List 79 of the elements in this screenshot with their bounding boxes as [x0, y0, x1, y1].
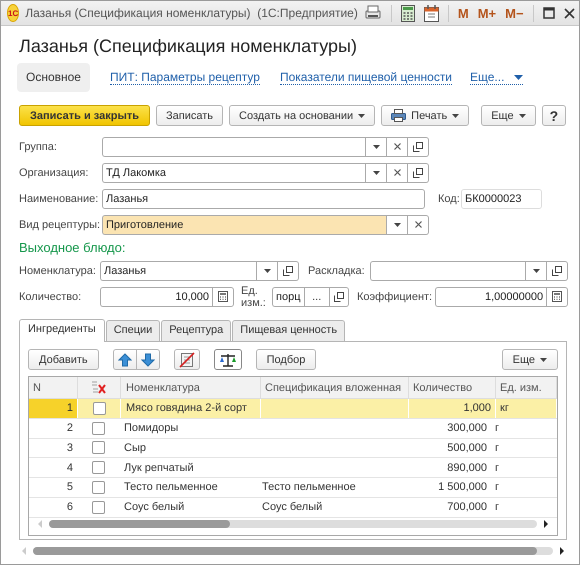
save-close-button[interactable]: Записать и закрыть: [19, 105, 150, 126]
table-cell-text: Сыр: [123, 440, 147, 456]
input-field[interactable]: Лазанья: [100, 260, 256, 281]
column-header[interactable]: N: [29, 377, 78, 398]
table-cell-text: г: [494, 440, 500, 456]
input-field[interactable]: 10,000: [100, 286, 212, 307]
memory-button[interactable]: M+: [478, 6, 496, 21]
tab[interactable]: Ингредиенты: [19, 319, 105, 342]
field-label: Вид рецептуры:: [19, 218, 102, 231]
table-cell-text: 5: [66, 480, 74, 496]
table-row[interactable]: 1 Мясо говядина 2-й сорт 1,000 кг: [29, 399, 557, 419]
column-header[interactable]: Спецификация вложенная: [261, 377, 409, 398]
table-cell-text: г: [494, 500, 500, 516]
table-cell-text: 4: [66, 460, 74, 476]
input-field[interactable]: ТД Лакомка: [102, 162, 365, 183]
table-row[interactable]: 5 Тесто пельменное Тесто пельменное 1 500,000 г: [29, 478, 557, 498]
table-row[interactable]: 6 Соус белый Соус белый 700,000 г: [29, 498, 557, 518]
table-cell: кг: [496, 399, 557, 418]
table-row[interactable]: 2 Помидоры 300,000 г: [29, 418, 557, 439]
field-label: Группа:: [19, 140, 58, 153]
table-cell-text: 3: [66, 440, 74, 456]
table-cell-text: 2: [66, 421, 74, 436]
table-cell: Мясо говядина 2-й сорт: [121, 399, 261, 418]
help-button[interactable]: ?: [542, 105, 566, 126]
memory-button[interactable]: M−: [505, 6, 524, 21]
tab[interactable]: Пищевая ценность: [232, 320, 346, 342]
field-label: Организация:: [19, 166, 90, 179]
section-link[interactable]: ПИТ: Параметры рецептур: [110, 70, 260, 86]
table-cell-text: Соус белый: [261, 500, 324, 516]
input-field[interactable]: 1,00000000: [435, 286, 546, 307]
field-label: Код:: [438, 192, 461, 205]
table-cell-text: 6: [66, 500, 74, 516]
table-cell-text: Соус белый: [123, 500, 186, 516]
table-cell-text: Лук репчатый: [123, 460, 195, 476]
field-label: Номенклатура:: [19, 264, 97, 277]
table-row[interactable]: 3 Сыр 500,000 г: [29, 438, 557, 458]
section-link[interactable]: Показатели пищевой ценности: [280, 70, 452, 86]
section-link[interactable]: Основное: [17, 63, 90, 92]
table-cell-text: г: [494, 421, 500, 436]
table-cell: 1,000: [409, 399, 496, 418]
group-heading: Выходное блюдо:: [19, 240, 126, 256]
table-cell-text: 500,000: [446, 440, 488, 456]
table-cell-text: Тесто пельменное: [261, 480, 357, 496]
window-title: Лазанья (Спецификация номенклатуры) (1С:Предприятие): [25, 6, 358, 20]
input-field[interactable]: Лазанья: [102, 188, 425, 209]
save-button[interactable]: Записать: [156, 105, 224, 126]
more-sections-link[interactable]: Еще...: [470, 70, 524, 86]
memory-button[interactable]: M: [458, 6, 469, 21]
table-cell-text: Тесто пельменное: [123, 480, 219, 496]
table-cell-text: г: [494, 480, 500, 496]
pick-button[interactable]: Подбор: [256, 349, 316, 370]
field-label: Раскладка:: [308, 264, 366, 277]
add-button[interactable]: Добавить: [28, 349, 99, 370]
more-button[interactable]: Еще: [502, 349, 558, 370]
print-button[interactable]: Печать: [381, 105, 470, 126]
create-based-button[interactable]: Создать на основании: [229, 105, 376, 126]
table-cell-text: г: [494, 460, 500, 476]
table-cell: 1: [29, 399, 78, 418]
table-cell-text: 1 500,000: [437, 480, 488, 496]
field-label: Коэффициент:: [357, 290, 432, 303]
field-label: Количество:: [19, 290, 82, 303]
table-cell-text: 300,000: [446, 421, 488, 436]
table-cell-text: Помидоры: [123, 421, 180, 436]
input-field[interactable]: БК0000023: [461, 188, 542, 209]
field-label: Наименование:: [19, 192, 100, 205]
table-cell-text: 700,000: [446, 500, 488, 516]
input-field[interactable]: Приготовление: [102, 214, 386, 235]
more-button[interactable]: Еще: [481, 105, 536, 126]
table-row[interactable]: 4 Лук репчатый 890,000 г: [29, 458, 557, 478]
column-header[interactable]: Ед. изм.: [496, 377, 557, 398]
choose-button[interactable]: ...: [304, 286, 330, 307]
field-label: Ед. изм.:: [241, 284, 267, 309]
form-title: Лазанья (Спецификация номенклатуры): [19, 36, 358, 58]
column-header[interactable]: Количество: [409, 377, 496, 398]
app-logo: 1С: [7, 4, 20, 22]
tab[interactable]: Специи: [106, 320, 160, 342]
column-header[interactable]: Номенклатура: [121, 377, 261, 398]
table-cell-text: 890,000: [446, 460, 488, 476]
tab[interactable]: Рецептура: [161, 320, 232, 342]
